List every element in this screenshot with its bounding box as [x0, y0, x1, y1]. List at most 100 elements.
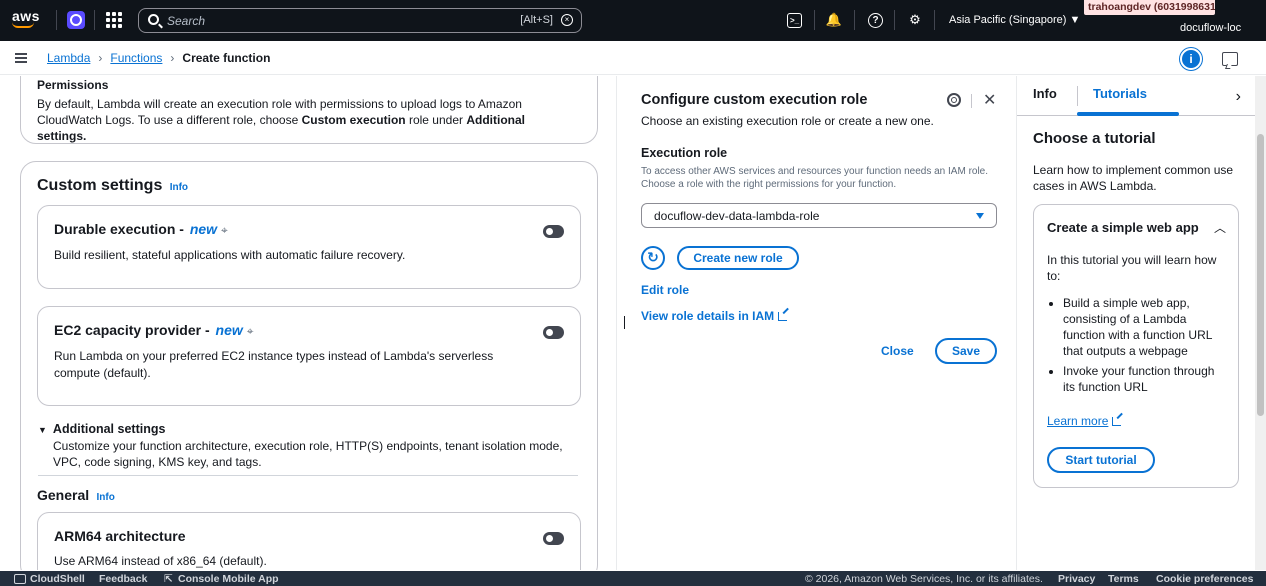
arm64-toggle[interactable]	[543, 532, 564, 545]
search-input[interactable]	[167, 12, 467, 30]
menu-hamburger-icon[interactable]	[15, 53, 27, 63]
pin-off-icon: ⌖	[221, 223, 228, 237]
footer-terms-link[interactable]: Terms	[1108, 573, 1139, 585]
region-selector[interactable]: Asia Pacific (Singapore) ▼	[949, 14, 1080, 26]
refresh-icon[interactable]: ↻	[641, 246, 665, 270]
help-tutorials-panel: Info Tutorials › Choose a tutorial Learn…	[1016, 76, 1255, 570]
lambda-service-icon[interactable]	[67, 11, 85, 29]
footer-mobile-app-link[interactable]: Console Mobile App	[178, 573, 279, 585]
execution-role-label: Execution role	[641, 146, 728, 160]
nav-divider	[934, 10, 935, 30]
execution-role-hint: To access other AWS services and resourc…	[641, 166, 989, 190]
caret-down-icon	[976, 213, 984, 219]
breadcrumb-current: Create function	[182, 51, 271, 65]
close-icon[interactable]: ✕	[983, 90, 996, 110]
feedback-icon[interactable]	[1222, 52, 1238, 66]
close-button[interactable]: Close	[881, 344, 914, 358]
learn-more-link[interactable]: Learn more	[1047, 414, 1122, 428]
footer-cookie-link[interactable]: Cookie preferences	[1156, 573, 1253, 585]
nav-divider	[894, 10, 895, 30]
section-divider	[38, 475, 578, 476]
breadcrumb-lambda[interactable]: Lambda	[47, 51, 90, 65]
chevron-right-icon: ›	[98, 51, 103, 65]
footer-copyright: © 2026, Amazon Web Services, Inc. or its…	[805, 573, 1043, 585]
console-footer: CloudShell Feedback ⇱ Console Mobile App…	[0, 571, 1266, 586]
account-alias[interactable]: docuflow-loc	[1180, 22, 1241, 34]
durable-execution-toggle[interactable]	[543, 225, 564, 238]
nav-divider	[854, 10, 855, 30]
arm64-title: ARM64 architecture	[54, 528, 186, 544]
external-link-icon	[1112, 417, 1122, 426]
execution-role-select[interactable]: docuflow-dev-data-lambda-role	[641, 203, 997, 228]
general-title: General	[37, 487, 90, 503]
permissions-title: Permissions	[37, 78, 109, 92]
chevron-up-icon[interactable]: ︿	[1214, 219, 1226, 236]
clear-search-icon[interactable]: ×	[561, 14, 573, 26]
search-icon	[148, 14, 159, 25]
list-item: Build a simple web app, consisting of a …	[1063, 295, 1229, 359]
additional-settings-description: Customize your function architecture, ex…	[53, 439, 563, 469]
text-cursor	[624, 316, 625, 329]
nav-divider	[56, 10, 57, 30]
create-new-role-button[interactable]: Create new role	[677, 246, 799, 270]
general-header: General Info	[37, 487, 115, 503]
info-panel-toggle-icon[interactable]: i	[1180, 48, 1202, 70]
additional-settings-expander[interactable]: ▼ Additional settings	[38, 422, 583, 436]
external-link-icon	[778, 312, 788, 321]
cloudshell-icon[interactable]: >_	[787, 13, 802, 28]
custom-settings-info-link[interactable]: Info	[170, 182, 188, 193]
scrollbar-thumb[interactable]	[1257, 134, 1264, 416]
nav-divider	[814, 10, 815, 30]
tutorials-intro: Learn how to implement common use cases …	[1033, 163, 1234, 193]
chevron-right-icon: ›	[170, 51, 175, 65]
help-tabs: Info Tutorials ›	[1017, 76, 1255, 116]
config-panel-title: Configure custom execution role	[641, 92, 868, 108]
search-shortcut: [Alt+S]	[520, 14, 553, 26]
footer-cloudshell-link[interactable]: CloudShell	[30, 573, 85, 585]
notifications-bell-icon[interactable]: 🔔	[825, 11, 843, 29]
tutorial-title: Create a simple web app	[1047, 220, 1199, 235]
create-function-main: Permissions By default, Lambda will crea…	[0, 76, 614, 570]
tab-tutorials[interactable]: Tutorials	[1093, 86, 1147, 101]
settings-gear-icon[interactable]: ⚙	[906, 11, 924, 29]
tab-divider	[1077, 86, 1078, 106]
active-tab-indicator	[1077, 112, 1179, 116]
panel-settings-icon[interactable]	[947, 93, 961, 107]
ec2-capacity-title: EC2 capacity provider - new ⌖	[54, 322, 254, 338]
breadcrumb-functions[interactable]: Functions	[110, 51, 162, 65]
chevron-right-icon[interactable]: ›	[1236, 88, 1241, 106]
ec2-capacity-toggle[interactable]	[543, 326, 564, 339]
top-navigation: aws [Alt+S] × >_ 🔔 ? ⚙ Asia Pacific (Sin…	[0, 0, 1266, 41]
custom-settings-header: Custom settings Info	[37, 177, 188, 195]
additional-settings-section: ▼ Additional settings Customize your func…	[38, 422, 583, 470]
durable-execution-card: Durable execution - new ⌖ Build resilient…	[37, 205, 581, 289]
custom-settings-title: Custom settings	[37, 177, 163, 194]
pin-off-icon: ⌖	[246, 324, 254, 338]
nav-divider	[94, 10, 95, 30]
tutorial-card: Create a simple web app ︿ In this tutori…	[1033, 204, 1239, 488]
footer-feedback-link[interactable]: Feedback	[99, 573, 147, 585]
page-scrollbar[interactable]	[1255, 76, 1266, 570]
search-bar[interactable]: [Alt+S] ×	[138, 8, 582, 33]
view-role-details-link[interactable]: View role details in IAM	[641, 309, 788, 323]
account-menu[interactable]: trahoangdev (603199863187) ▼	[1084, 0, 1215, 15]
services-grid-icon[interactable]	[106, 12, 122, 28]
tab-info[interactable]: Info	[1033, 86, 1057, 101]
list-item: Invoke your function through its functio…	[1063, 363, 1229, 395]
help-icon[interactable]: ?	[868, 13, 883, 28]
start-tutorial-button[interactable]: Start tutorial	[1047, 447, 1155, 473]
save-button[interactable]: Save	[935, 338, 997, 364]
footer-privacy-link[interactable]: Privacy	[1058, 573, 1095, 585]
general-info-link[interactable]: Info	[96, 492, 114, 503]
panel-divider	[971, 94, 972, 108]
config-panel-subtitle: Choose an existing execution role or cre…	[641, 114, 934, 128]
caret-down-icon: ▼	[38, 425, 47, 435]
edit-role-link[interactable]: Edit role	[641, 283, 689, 297]
durable-execution-description: Build resilient, stateful applications w…	[54, 248, 406, 262]
aws-logo[interactable]: aws	[12, 8, 46, 34]
ec2-capacity-card: EC2 capacity provider - new ⌖ Run Lambda …	[37, 306, 581, 406]
arm64-description: Use ARM64 instead of x86_64 (default).	[54, 554, 267, 568]
ec2-capacity-description: Run Lambda on your preferred EC2 instanc…	[54, 349, 494, 380]
cloudshell-icon	[14, 574, 26, 584]
tutorial-bullets: Build a simple web app, consisting of a …	[1047, 295, 1229, 399]
